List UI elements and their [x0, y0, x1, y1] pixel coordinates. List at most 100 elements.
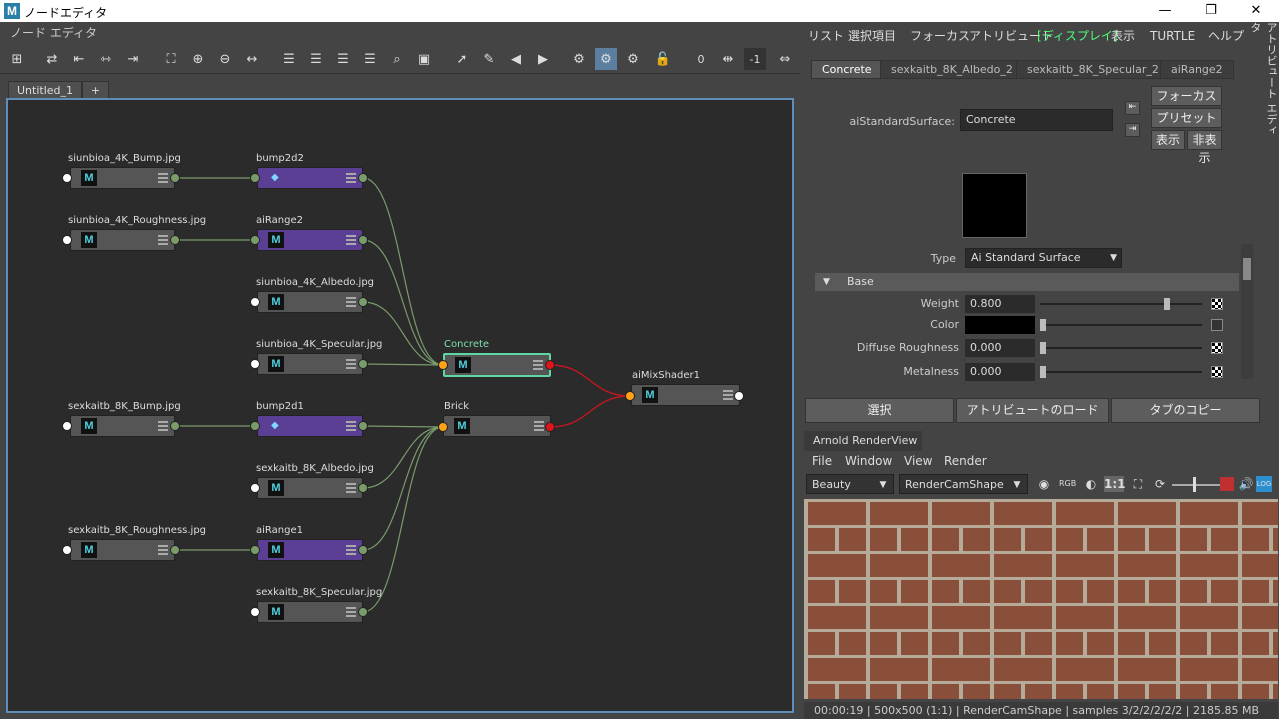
lock-icon[interactable]: 🔓 [652, 48, 674, 70]
output-port[interactable] [170, 235, 180, 245]
output-port[interactable] [358, 173, 368, 183]
diffuse-roughness-field[interactable]: 0.000 [965, 339, 1035, 357]
input-port[interactable] [250, 297, 260, 307]
log-icon[interactable]: LOG [1256, 476, 1272, 492]
settings-icon[interactable]: ⚙ [622, 48, 644, 70]
right-arrow-icon[interactable]: ▶ [532, 48, 554, 70]
search-icon[interactable]: ⌕ [386, 48, 408, 70]
left-arrow-icon[interactable]: ◀ [505, 48, 527, 70]
input-port[interactable] [250, 421, 260, 431]
stop-render-icon[interactable] [1220, 477, 1234, 491]
node-menu-icon[interactable] [346, 421, 356, 431]
swatch-display-icon[interactable]: ⚙ [595, 48, 617, 70]
node-menu-icon[interactable] [346, 297, 356, 307]
node-menu-icon[interactable] [723, 390, 733, 400]
close-button[interactable]: ✕ [1233, 0, 1279, 22]
attribute-scrollbar[interactable] [1241, 244, 1253, 379]
input-port[interactable] [250, 483, 260, 493]
rgb-icon[interactable]: RGB [1059, 476, 1076, 492]
exposure-slider[interactable] [1172, 484, 1220, 486]
rv-menu-window[interactable]: Window [845, 451, 892, 471]
ae-tab-albedo[interactable]: sexkaitb_8K_Albedo_2 [880, 60, 1024, 79]
menu-selected[interactable]: 選択項目 [848, 22, 896, 50]
output-icon[interactable]: ⇥ [1125, 123, 1140, 137]
io-connections-icon[interactable]: ⇿ [95, 48, 117, 70]
node-menu-icon[interactable] [158, 173, 168, 183]
node-menu-icon[interactable] [158, 545, 168, 555]
input-port[interactable] [438, 422, 448, 432]
input-port[interactable] [438, 360, 448, 370]
bump-node-bump2d2[interactable]: ◆ [257, 167, 363, 189]
input-port[interactable] [62, 173, 72, 183]
output-connections-icon[interactable]: ⇥ [122, 48, 144, 70]
attribute-editor-side-tab[interactable]: アトリビュート エディタ [1249, 22, 1279, 142]
hide-button[interactable]: 非表示 [1187, 130, 1222, 165]
pin-icon[interactable]: ➚ [451, 48, 473, 70]
focus-button[interactable]: フォーカス [1151, 86, 1222, 106]
output-port[interactable] [358, 607, 368, 617]
output-port[interactable] [358, 297, 368, 307]
layout-icon[interactable]: ⚙ [568, 48, 590, 70]
file-node-siunbioa-specular[interactable]: M [257, 353, 363, 375]
menu-turtle[interactable]: TURTLE [1150, 22, 1195, 50]
input-port[interactable] [250, 359, 260, 369]
type-select[interactable]: Ai Standard Surface ▼ [965, 248, 1122, 268]
node-menu-icon[interactable] [346, 359, 356, 369]
minimize-button[interactable]: — [1142, 0, 1188, 22]
expand-icon[interactable]: ⇹ [717, 48, 739, 70]
rv-menu-render[interactable]: Render [944, 451, 987, 471]
add-node-icon[interactable]: ⊞ [6, 48, 28, 70]
metalness-slider[interactable] [1040, 371, 1202, 373]
file-node-sexkaitb-roughness[interactable]: M [70, 539, 175, 561]
copy-tab-button[interactable]: タブのコピー [1111, 398, 1260, 423]
select-button[interactable]: 選択 [805, 398, 954, 423]
shader-node-concrete[interactable]: M [443, 353, 551, 377]
snapshot-icon[interactable]: ▣ [413, 48, 435, 70]
renderview-tab[interactable]: Arnold RenderView [804, 431, 922, 451]
output-port[interactable] [358, 235, 368, 245]
graph-clear-icon[interactable]: ↔ [241, 48, 263, 70]
node-graph-canvas[interactable]: siunbioa_4K_Bump.jpg M bump2d2 ◆ siunbio… [6, 98, 794, 713]
menu-display[interactable]: [ディスプレイ] [1037, 22, 1118, 50]
maximize-button[interactable]: ❐ [1188, 0, 1234, 22]
weight-field[interactable]: 0.800 [965, 295, 1035, 313]
metalness-field[interactable]: 0.000 [965, 363, 1035, 381]
render-region-icon[interactable]: ◉ [1036, 476, 1052, 492]
input-port[interactable] [250, 607, 260, 617]
counter-icon[interactable]: 0 [690, 48, 712, 70]
output-port[interactable] [545, 360, 555, 370]
node-editor-menu[interactable]: ノード エディタ [0, 22, 800, 44]
file-node-sexkaitb-specular[interactable]: M [257, 601, 363, 623]
edit-icon[interactable]: ✎ [478, 48, 500, 70]
file-node-siunbioa-roughness[interactable]: M [70, 229, 175, 251]
input-port[interactable] [250, 173, 260, 183]
preset-button[interactable]: プリセット [1151, 108, 1222, 128]
node-menu-icon[interactable] [346, 607, 356, 617]
ae-tab-specular[interactable]: sexkaitb_8K_Specular_2 [1016, 60, 1170, 79]
simple-mode-icon[interactable]: ☰ [278, 48, 300, 70]
output-port[interactable] [358, 359, 368, 369]
shader-node-brick[interactable]: M [443, 415, 551, 437]
output-port[interactable] [170, 421, 180, 431]
slider-knob[interactable] [1040, 319, 1046, 331]
output-port[interactable] [358, 483, 368, 493]
tab-untitled-1[interactable]: Untitled_1 [8, 81, 83, 99]
input-output-icon[interactable]: ⇤ [1125, 101, 1140, 115]
color-slider[interactable] [1040, 324, 1202, 326]
output-port[interactable] [170, 173, 180, 183]
frame-all-icon[interactable]: ⛶ [160, 48, 182, 70]
full-mode-icon[interactable]: ☰ [332, 48, 354, 70]
file-node-siunbioa-bump[interactable]: M [70, 167, 175, 189]
output-port[interactable] [358, 421, 368, 431]
slider-knob[interactable] [1040, 342, 1046, 354]
bump-node-bump2d1[interactable]: ◆ [257, 415, 363, 437]
tab-add[interactable]: + [82, 81, 110, 99]
shader-node-aimixshader1[interactable]: M [631, 384, 740, 406]
swap-icon[interactable]: ⇄ [41, 48, 63, 70]
scrollbar-thumb[interactable] [1243, 258, 1251, 280]
node-menu-icon[interactable] [346, 483, 356, 493]
map-button-icon[interactable] [1211, 342, 1223, 354]
range-node-airange1[interactable]: M [257, 539, 363, 561]
menu-list[interactable]: リスト [808, 22, 844, 50]
input-port[interactable] [250, 235, 260, 245]
